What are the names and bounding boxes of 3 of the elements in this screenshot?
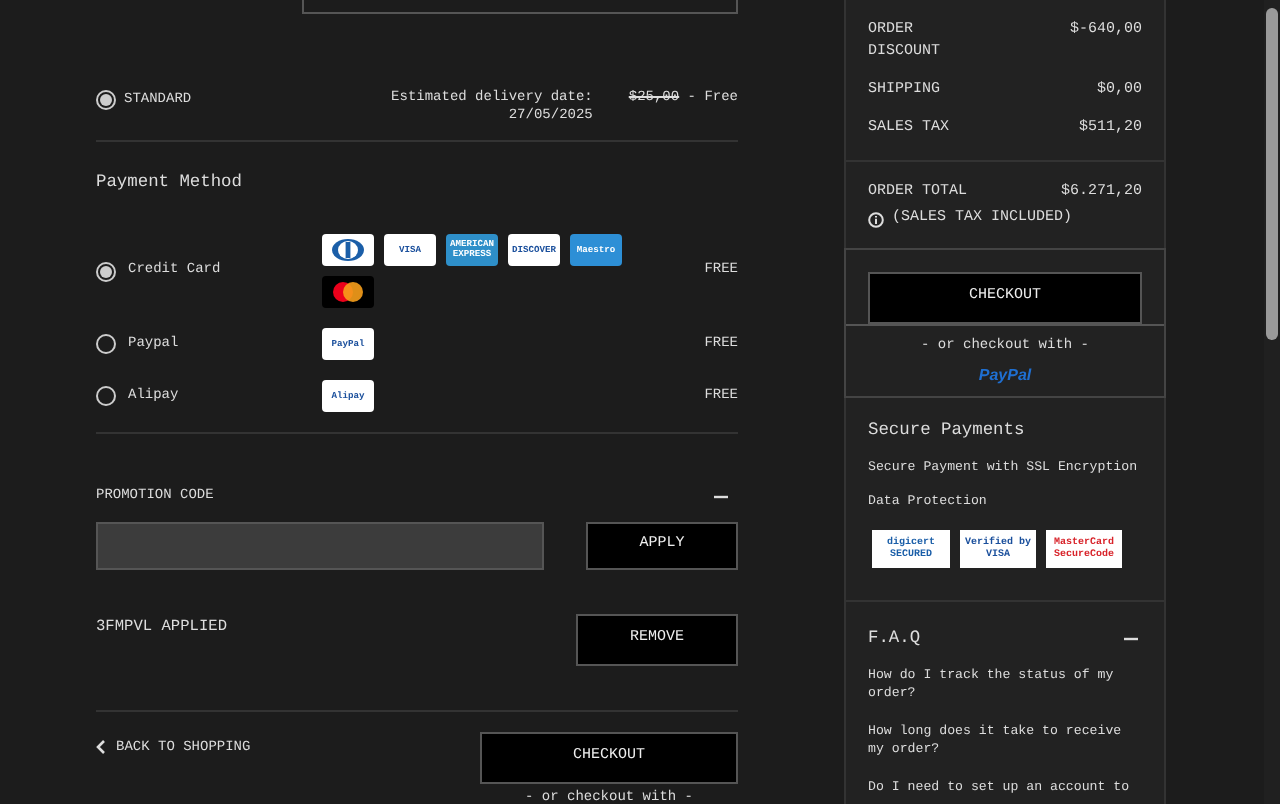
section-heading: Payment Method [96, 170, 244, 196]
section-heading: F.A.Q [868, 626, 921, 653]
section-heading: Secure Payments [868, 418, 1027, 444]
